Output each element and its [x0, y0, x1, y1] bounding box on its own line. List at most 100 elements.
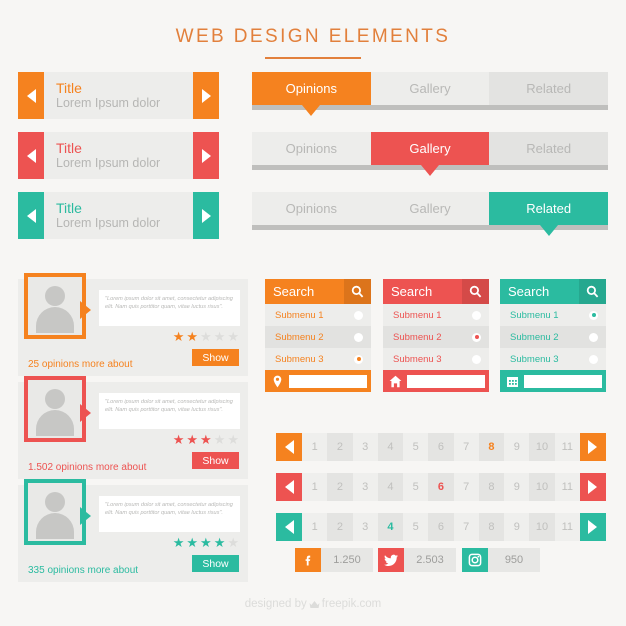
- star-1[interactable]: ★: [173, 330, 185, 343]
- page-8[interactable]: 8: [478, 473, 505, 501]
- radio-dot[interactable]: [589, 310, 598, 320]
- page-11[interactable]: 11: [554, 513, 580, 541]
- radio-dot[interactable]: [472, 354, 481, 364]
- pagination-next-button[interactable]: [579, 433, 606, 461]
- pagination-prev-button[interactable]: [276, 513, 302, 541]
- star-3[interactable]: ★: [200, 330, 212, 343]
- star-2[interactable]: ★: [186, 536, 198, 549]
- star-5[interactable]: ★: [227, 433, 239, 446]
- page-10[interactable]: 10: [529, 513, 555, 541]
- slider-next-button[interactable]: [193, 72, 219, 119]
- star-5[interactable]: ★: [227, 536, 239, 549]
- tab-opinions[interactable]: Opinions: [252, 192, 371, 225]
- tab-gallery[interactable]: Gallery: [370, 192, 490, 225]
- slider-next-button[interactable]: [193, 192, 219, 239]
- star-5[interactable]: ★: [227, 330, 239, 343]
- search-input[interactable]: [407, 374, 485, 388]
- magnifier-icon[interactable]: [344, 279, 371, 304]
- submenu-item[interactable]: Submenu 1: [500, 304, 606, 326]
- star-2[interactable]: ★: [186, 433, 198, 446]
- magnifier-icon[interactable]: [579, 279, 606, 304]
- pagination-prev-button[interactable]: [276, 433, 302, 461]
- page-7[interactable]: 7: [453, 473, 479, 501]
- submenu-item[interactable]: Submenu 3: [383, 348, 489, 370]
- submenu-item[interactable]: Submenu 3: [265, 348, 371, 370]
- radio-dot[interactable]: [589, 354, 598, 364]
- page-1[interactable]: 1: [302, 473, 328, 501]
- radio-dot[interactable]: [354, 354, 363, 364]
- tab-opinions[interactable]: Opinions: [252, 72, 371, 105]
- tab-related[interactable]: Related: [489, 192, 609, 225]
- page-2[interactable]: 2: [327, 473, 353, 501]
- page-1[interactable]: 1: [302, 513, 328, 541]
- social-facebook[interactable]: 1.250: [295, 548, 373, 572]
- social-instagram[interactable]: 950: [462, 548, 540, 572]
- slider-prev-button[interactable]: [18, 72, 44, 119]
- submenu-item[interactable]: Submenu 2: [265, 326, 371, 348]
- star-1[interactable]: ★: [173, 433, 185, 446]
- page-7[interactable]: 7: [453, 513, 479, 541]
- radio-dot[interactable]: [472, 310, 481, 320]
- pagination-prev-button[interactable]: [276, 473, 302, 501]
- page-11[interactable]: 11: [554, 433, 580, 461]
- radio-dot[interactable]: [354, 332, 363, 342]
- page-8[interactable]: 8: [478, 513, 505, 541]
- star-4[interactable]: ★: [214, 330, 226, 343]
- slider-next-button[interactable]: [193, 132, 219, 179]
- show-button[interactable]: Show: [192, 452, 239, 469]
- radio-dot[interactable]: [472, 332, 481, 342]
- page-7[interactable]: 7: [453, 433, 479, 461]
- search-input[interactable]: [289, 374, 367, 388]
- slider-prev-button[interactable]: [18, 132, 44, 179]
- star-2[interactable]: ★: [186, 330, 198, 343]
- pagination-next-button[interactable]: [579, 473, 606, 501]
- submenu-item[interactable]: Submenu 2: [383, 326, 489, 348]
- submenu-item[interactable]: Submenu 1: [265, 304, 371, 326]
- star-1[interactable]: ★: [173, 536, 185, 549]
- star-3[interactable]: ★: [200, 433, 212, 446]
- submenu-item[interactable]: Submenu 3: [500, 348, 606, 370]
- page-6[interactable]: 6: [428, 473, 454, 501]
- magnifier-icon[interactable]: [462, 279, 489, 304]
- page-1[interactable]: 1: [302, 433, 328, 461]
- page-8[interactable]: 8: [478, 433, 505, 461]
- slider-prev-button[interactable]: [18, 192, 44, 239]
- page-5[interactable]: 5: [403, 513, 429, 541]
- radio-dot[interactable]: [589, 332, 598, 342]
- tab-related[interactable]: Related: [489, 72, 609, 105]
- page-6[interactable]: 6: [428, 513, 454, 541]
- tab-related[interactable]: Related: [489, 132, 609, 165]
- page-9[interactable]: 9: [504, 513, 530, 541]
- page-3[interactable]: 3: [352, 473, 378, 501]
- tab-gallery[interactable]: Gallery: [370, 132, 490, 165]
- search-input[interactable]: [524, 374, 602, 388]
- page-3[interactable]: 3: [352, 433, 378, 461]
- page-3[interactable]: 3: [352, 513, 378, 541]
- page-5[interactable]: 5: [403, 473, 429, 501]
- page-9[interactable]: 9: [504, 433, 530, 461]
- page-6[interactable]: 6: [428, 433, 454, 461]
- social-twitter[interactable]: 2.503: [378, 548, 456, 572]
- page-9[interactable]: 9: [504, 473, 530, 501]
- page-2[interactable]: 2: [327, 513, 353, 541]
- submenu-item[interactable]: Submenu 2: [500, 326, 606, 348]
- star-3[interactable]: ★: [200, 536, 212, 549]
- star-4[interactable]: ★: [214, 536, 226, 549]
- radio-dot[interactable]: [354, 310, 363, 320]
- page-2[interactable]: 2: [327, 433, 353, 461]
- pagination-next-button[interactable]: [579, 513, 606, 541]
- show-button[interactable]: Show: [192, 349, 239, 366]
- page-10[interactable]: 10: [529, 473, 555, 501]
- page-11[interactable]: 11: [554, 473, 580, 501]
- tab-gallery[interactable]: Gallery: [370, 72, 490, 105]
- page-4[interactable]: 4: [377, 473, 404, 501]
- show-button[interactable]: Show: [192, 555, 239, 572]
- page-4[interactable]: 4: [377, 513, 404, 541]
- page-4[interactable]: 4: [377, 433, 404, 461]
- tab-opinions[interactable]: Opinions: [252, 132, 371, 165]
- submenu-item[interactable]: Submenu 1: [383, 304, 489, 326]
- star-4[interactable]: ★: [214, 433, 226, 446]
- page-5[interactable]: 5: [403, 433, 429, 461]
- search-header: Search: [265, 279, 371, 304]
- page-10[interactable]: 10: [529, 433, 555, 461]
